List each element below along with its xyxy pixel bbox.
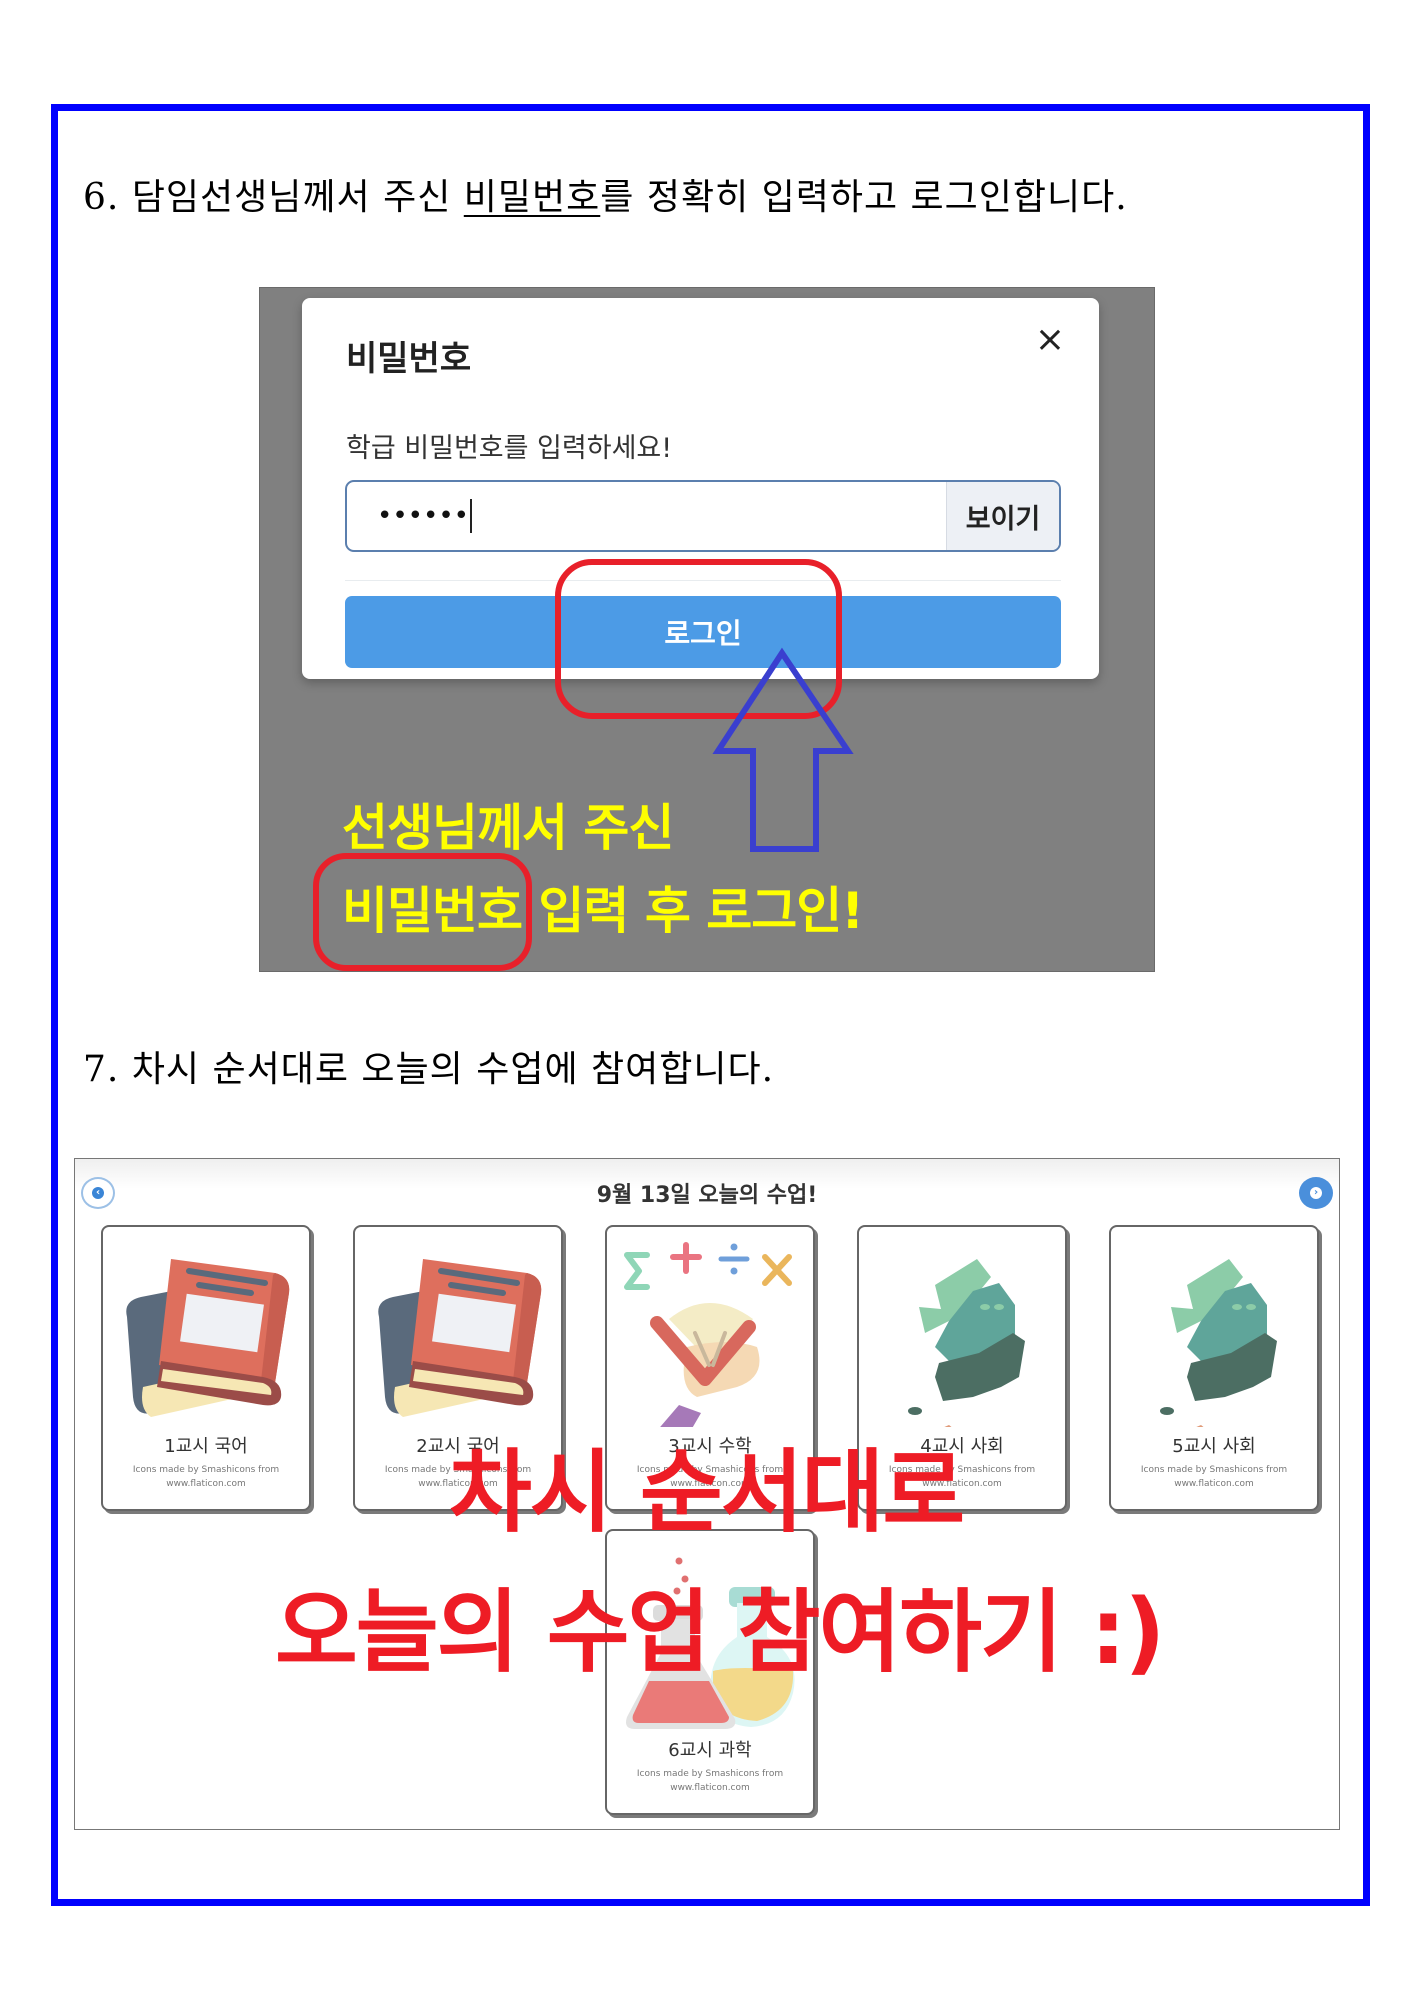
annotation-highlight-word: 비밀번호 xyxy=(342,882,523,940)
step-6-heading: 6. 담임선생님께서 주신 비밀번호를 정확히 입력하고 로그인합니다. xyxy=(83,168,1128,220)
lesson-card[interactable]: 1교시 국어 Icons made by Smashicons from www.… xyxy=(101,1225,311,1511)
step-text: 차시 순서대로 오늘의 수업에 참여합니다. xyxy=(131,1049,775,1090)
korea-map-icon xyxy=(1160,1259,1277,1427)
card-label: 6교시 과학 xyxy=(668,1740,752,1761)
step-7-heading: 7. 차시 순서대로 오늘의 수업에 참여합니다. xyxy=(83,1040,774,1092)
card-label: 1교시 국어 xyxy=(164,1436,248,1457)
book-icon xyxy=(378,1259,542,1417)
up-arrow-icon xyxy=(712,647,854,852)
annotation-line-2: 비밀번호 입력 후 로그인! xyxy=(342,871,864,943)
book-icon xyxy=(126,1259,290,1417)
next-button[interactable]: › xyxy=(1299,1177,1333,1209)
prev-button[interactable]: ‹ xyxy=(81,1177,115,1209)
step-text-after: 를 정확히 입력하고 로그인합니다. xyxy=(600,177,1128,218)
korea-map-icon xyxy=(908,1259,1025,1427)
lesson-card[interactable]: 5교시 사회 Icons made by Smashicons from www.… xyxy=(1109,1225,1319,1511)
step-text-underlined: 비밀번호 xyxy=(463,177,601,218)
step-text-before: 담임선생님께서 주신 xyxy=(131,177,464,218)
card-label: 5교시 사회 xyxy=(1172,1436,1256,1457)
overlay-line-1: 차시 순서대로 xyxy=(449,1440,965,1545)
annotation-rest: 입력 후 로그인! xyxy=(522,882,864,940)
login-highlight-box xyxy=(555,559,842,719)
annotation-overlay xyxy=(313,559,854,971)
lesson-title: 9월 13일 오늘의 수업! xyxy=(596,1183,818,1208)
chevron-left-icon: ‹ xyxy=(92,1187,104,1199)
card-credit: Icons made by Smashicons from www.flatico… xyxy=(636,1769,784,1793)
login-screenshot: 비밀번호 × 학급 비밀번호를 입력하세요! •••••• 보이기 로그인 선생… xyxy=(259,287,1155,972)
overlay-line-2: 오늘의 수업 참여하기 :) xyxy=(275,1580,1165,1685)
lesson-screenshot: 9월 13일 오늘의 수업! ‹ › 1교시 국어 Icons made by … xyxy=(74,1158,1340,1830)
card-credit: Icons made by Smashicons from www.flatico… xyxy=(1140,1465,1288,1489)
annotation-line-1: 선생님께서 주신 xyxy=(342,799,674,857)
step-number: 7. xyxy=(83,1049,120,1090)
math-icon xyxy=(624,1242,792,1427)
card-credit: Icons made by Smashicons from www.flatico… xyxy=(132,1465,280,1489)
chevron-right-icon: › xyxy=(1310,1187,1322,1199)
step-number: 6. xyxy=(83,177,120,218)
